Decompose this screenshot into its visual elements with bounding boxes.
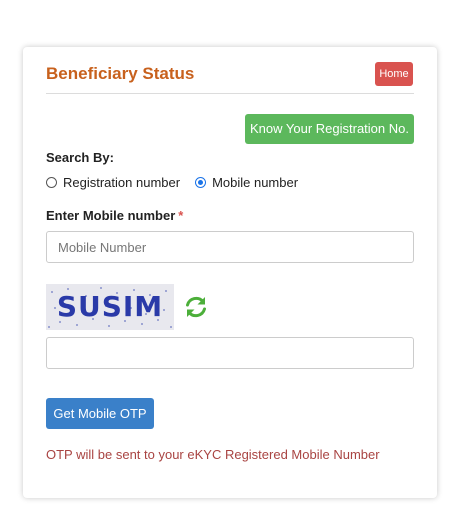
captcha-image: SUSIM (46, 284, 174, 330)
captcha-text: SUSIM (56, 290, 164, 323)
home-button[interactable]: Home (375, 62, 413, 86)
mobile-number-radio-label[interactable]: Mobile number (212, 175, 298, 190)
beneficiary-status-card: Beneficiary Status Home Know Your Regist… (23, 47, 437, 498)
otp-note: OTP will be sent to your eKYC Registered… (46, 447, 380, 462)
mobile-number-label-text: Enter Mobile number (46, 208, 176, 223)
mobile-number-radio[interactable] (195, 177, 207, 188)
mobile-number-label: Enter Mobile number * (46, 208, 183, 223)
page-title: Beneficiary Status (46, 64, 195, 83)
search-by-radio-group: Registration number Mobile number (46, 175, 298, 190)
registration-number-radio[interactable] (46, 177, 57, 188)
get-mobile-otp-button[interactable]: Get Mobile OTP (46, 398, 154, 429)
refresh-icon[interactable] (184, 295, 208, 319)
divider (46, 93, 414, 94)
know-registration-button[interactable]: Know Your Registration No. (245, 114, 414, 144)
search-by-label: Search By: (46, 150, 114, 165)
captcha-input[interactable] (46, 337, 414, 369)
required-mark: * (178, 208, 184, 223)
registration-number-radio-label[interactable]: Registration number (63, 175, 180, 190)
mobile-number-input[interactable] (46, 231, 414, 263)
